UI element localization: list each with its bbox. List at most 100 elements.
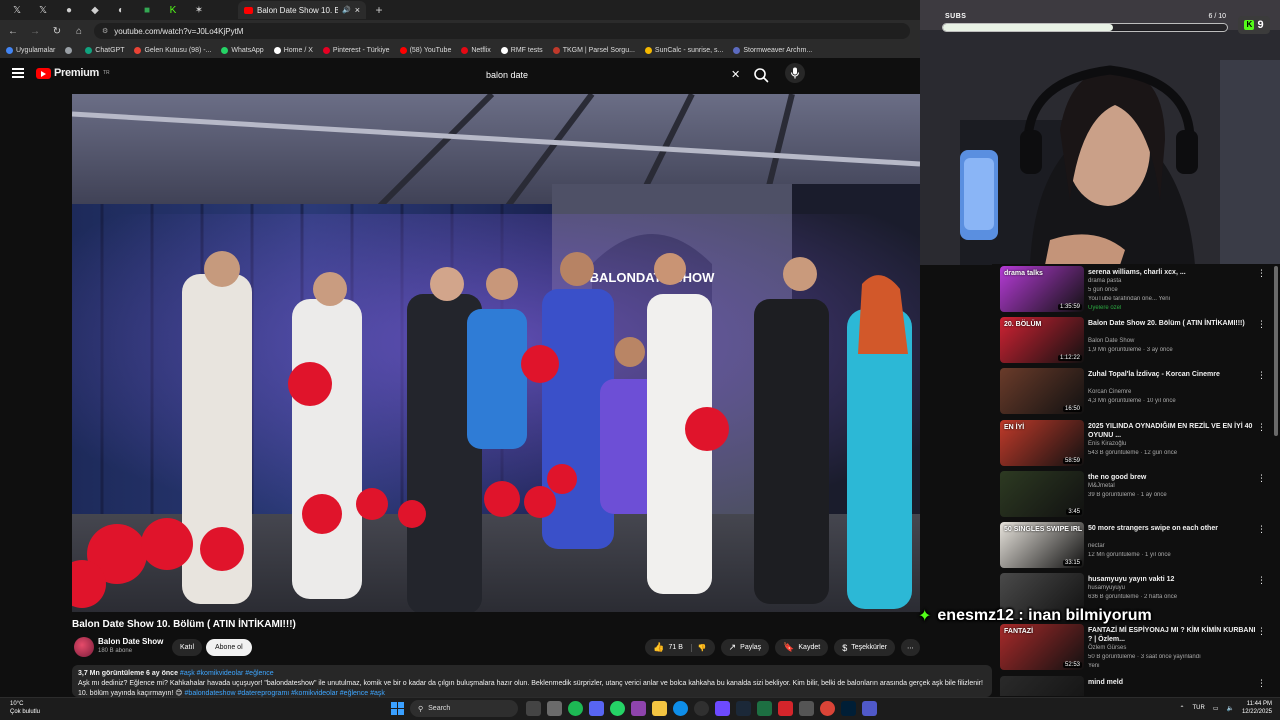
- bookmark-item[interactable]: SunCalc - sunrise, s...: [644, 46, 723, 54]
- recommendation-channel[interactable]: Korcan Cinemre: [1088, 389, 1258, 395]
- voice-search-button[interactable]: [785, 63, 805, 83]
- more-vertical-icon[interactable]: ⋮: [1257, 370, 1266, 381]
- bookmark-item[interactable]: Netflix: [461, 46, 491, 54]
- recommendation-thumbnail[interactable]: drama talks 1:35:59: [1000, 266, 1084, 312]
- bookmark-item[interactable]: Pinterest - Türkiye: [322, 46, 390, 54]
- recommendation-title[interactable]: 50 more strangers swipe on each other: [1088, 524, 1258, 533]
- spotify-icon[interactable]: [568, 701, 583, 716]
- recommendation-title[interactable]: FANTAZİ Mİ ESPİYONAJ MI ? KİM KİMİN KURB…: [1088, 626, 1258, 644]
- recommendation-item[interactable]: 20. BÖLÜM 1:12:22 Balon Date Show 20. Bölü…: [1000, 317, 1270, 365]
- more-vertical-icon[interactable]: ⋮: [1257, 473, 1266, 484]
- menu-icon[interactable]: [12, 68, 24, 78]
- audio-icon[interactable]: 🔊: [342, 6, 351, 14]
- new-tab-button[interactable]: +: [370, 3, 388, 17]
- description-tags[interactable]: #balondateshow #datereprogramı #komikvid…: [185, 690, 385, 697]
- pinned-tab-app-2[interactable]: ◐: [110, 1, 132, 19]
- language-indicator[interactable]: TUR: [1192, 705, 1204, 711]
- join-button[interactable]: Katıl: [172, 639, 203, 656]
- recommendation-title[interactable]: Balon Date Show 20. Bölüm ( ATIN İNTİKAM…: [1088, 319, 1258, 328]
- bookmark-item[interactable]: Gelen Kutusu (98) -...: [134, 46, 211, 54]
- recommendation-thumbnail[interactable]: 16:50: [1000, 368, 1084, 415]
- youtube-logo[interactable]: Premium TR: [36, 67, 110, 79]
- recommendation-channel[interactable]: husamyuyuyu: [1088, 585, 1258, 591]
- sidebar-scrollbar[interactable]: [1274, 266, 1278, 436]
- recommendation-title[interactable]: the no good brew: [1088, 473, 1258, 482]
- tray-expand-icon[interactable]: ⌃: [1179, 705, 1184, 712]
- description-top-tags[interactable]: #aşk #komikvideolar #eğlence: [180, 670, 274, 677]
- photoshop-icon[interactable]: [841, 701, 856, 716]
- home-icon[interactable]: ⌂: [72, 26, 86, 37]
- start-button[interactable]: [391, 702, 404, 715]
- recommendation-title[interactable]: serena williams, charli xcx, ...: [1088, 268, 1258, 277]
- proton-icon[interactable]: [715, 701, 730, 716]
- recommendation-channel[interactable]: Balon Date Show: [1088, 338, 1258, 344]
- more-vertical-icon[interactable]: ⋮: [1257, 626, 1266, 637]
- chrome-icon[interactable]: [820, 701, 835, 716]
- site-info-icon[interactable]: ⚙: [102, 27, 108, 35]
- back-arrow-icon[interactable]: ←: [6, 26, 20, 37]
- clear-search-icon[interactable]: ✕: [731, 68, 740, 81]
- clock[interactable]: 11:44 PM 12/22/2025: [1242, 700, 1272, 716]
- recommendation-title[interactable]: 2025 YILINDA OYNADIĞIM EN REZİL VE EN İY…: [1088, 422, 1258, 440]
- recommendation-thumbnail[interactable]: [1000, 675, 1084, 696]
- more-vertical-icon[interactable]: ⋮: [1257, 524, 1266, 535]
- pinned-tab-kick[interactable]: K: [162, 1, 184, 19]
- file-icon[interactable]: [547, 701, 562, 716]
- more-vertical-icon[interactable]: ⋮: [1257, 575, 1266, 586]
- recommendation-channel[interactable]: nectar: [1088, 543, 1258, 549]
- bookmark-item[interactable]: Uygulamalar: [6, 46, 55, 54]
- bookmark-item[interactable]: TKGM | Parsel Sorgu...: [552, 46, 635, 54]
- folder-icon[interactable]: [652, 701, 667, 716]
- share-button[interactable]: ↗ Paylaş: [720, 639, 770, 656]
- dislike-icon[interactable]: 👎: [690, 643, 707, 652]
- subscribe-button[interactable]: Abone ol: [206, 639, 252, 656]
- search-input[interactable]: balon date: [476, 64, 746, 86]
- bookmark-item[interactable]: WhatsApp: [221, 46, 264, 54]
- bookmark-item[interactable]: (58) YouTube: [399, 46, 451, 54]
- chat-app-icon[interactable]: [631, 701, 646, 716]
- acrobat-icon[interactable]: [778, 701, 793, 716]
- active-tab[interactable]: Balon Date Show 10. Bölüm 🔊 ×: [238, 1, 366, 19]
- pinned-tab-github[interactable]: ●: [58, 1, 80, 19]
- recommendation-title[interactable]: Zuhal Topal'la İzdivaç - Korcan Cinemre: [1088, 370, 1258, 379]
- bookmark-item[interactable]: ChatGPT: [85, 46, 124, 54]
- recommendation-title[interactable]: husamyuyu yayın vakti 12: [1088, 575, 1258, 584]
- bookmark-item[interactable]: Stormweaver Archm...: [733, 46, 812, 54]
- recommendation-thumbnail[interactable]: FANTAZİ 52:53: [1000, 624, 1084, 671]
- channel-avatar[interactable]: [74, 637, 94, 657]
- recommendation-item[interactable]: FANTAZİ 52:53 FANTAZİ Mİ ESPİYONAJ MI ? Kİ…: [1000, 624, 1270, 672]
- recommendation-channel[interactable]: Enis Kirazoğlu: [1088, 441, 1258, 447]
- pinned-tab-x-2[interactable]: 𝕏: [32, 1, 54, 19]
- recommendation-item[interactable]: 50 SINGLES SWIPE IRL 33:15 50 more strange…: [1000, 522, 1270, 570]
- more-actions-button[interactable]: ⋯: [901, 639, 920, 656]
- forward-arrow-icon[interactable]: →: [28, 26, 42, 37]
- recommendation-title[interactable]: mind meld: [1088, 678, 1258, 687]
- channel-name[interactable]: Balon Date Show: [98, 637, 163, 646]
- more-vertical-icon[interactable]: ⋮: [1257, 268, 1266, 279]
- app-icon[interactable]: [589, 701, 604, 716]
- more-vertical-icon[interactable]: ⋮: [1257, 319, 1266, 330]
- excel-icon[interactable]: [757, 701, 772, 716]
- network-icon[interactable]: ▭: [1213, 705, 1219, 712]
- search-button[interactable]: [750, 64, 772, 86]
- volume-icon[interactable]: 🔈: [1226, 705, 1233, 712]
- recommendation-item[interactable]: 3:45 the no good brew M&Jmetal 39 B görüntü…: [1000, 470, 1270, 519]
- recommendation-thumbnail[interactable]: EN İYİ 58:59: [1000, 419, 1084, 466]
- bookmark-item[interactable]: [65, 46, 75, 54]
- teams-icon[interactable]: [862, 701, 877, 716]
- taskbar-search[interactable]: ⚲ Search: [410, 700, 518, 717]
- edge-icon[interactable]: [673, 701, 688, 716]
- whatsapp-icon[interactable]: [610, 701, 625, 716]
- recommendation-item[interactable]: mind meld ⋮: [1000, 675, 1270, 696]
- recommendation-channel[interactable]: drama pasta: [1088, 278, 1258, 284]
- task-view-icon[interactable]: [526, 701, 541, 716]
- weather-widget[interactable]: 10°C Çok bulutlu: [10, 700, 40, 716]
- git-icon[interactable]: [799, 701, 814, 716]
- obs-icon[interactable]: [694, 701, 709, 716]
- steam-icon[interactable]: [736, 701, 751, 716]
- recommendation-thumbnail[interactable]: 20. BÖLÜM 1:12:22: [1000, 317, 1084, 364]
- close-tab-icon[interactable]: ×: [355, 5, 360, 15]
- recommendation-thumbnail[interactable]: 3:45: [1000, 470, 1084, 517]
- recommendation-item[interactable]: 16:50 Zuhal Topal'la İzdivaç - Korcan Cin…: [1000, 368, 1270, 416]
- video-description[interactable]: 3,7 Mn görüntüleme 6 ay önce #aşk #komik…: [72, 665, 992, 697]
